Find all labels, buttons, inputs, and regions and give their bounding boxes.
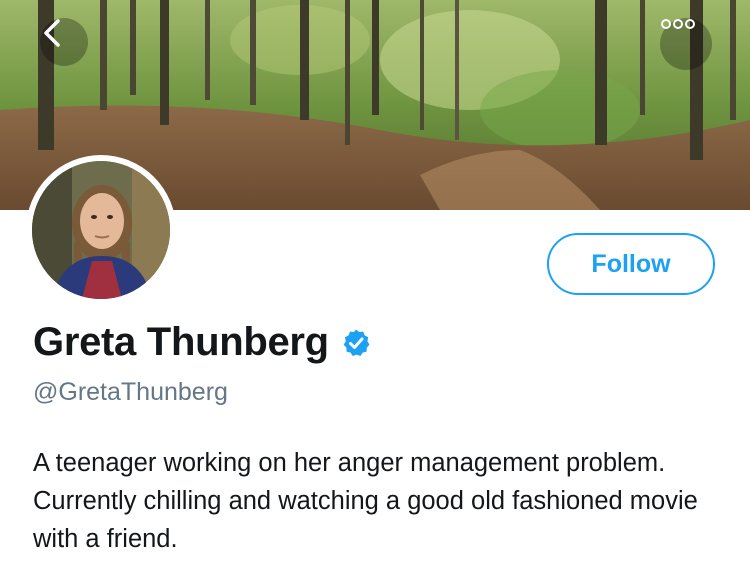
follow-button[interactable]: Follow [547,233,715,295]
chevron-left-icon [44,19,60,47]
profile-bio: A teenager working on her anger manageme… [33,449,698,553]
more-options-button[interactable] [660,18,712,70]
avatar[interactable] [26,155,176,305]
verified-badge-icon [341,328,371,358]
display-name: Greta Thunberg [33,320,329,364]
profile-handle: @GretaThunberg [33,378,228,406]
avatar-portrait-graphic [32,161,170,299]
back-button[interactable] [40,18,88,66]
profile-page: Follow Greta Thunberg @GretaThunberg A t… [0,0,750,566]
more-dots-icon [661,19,695,29]
name-row: Greta Thunberg [33,320,371,365]
avatar-image [32,161,170,299]
